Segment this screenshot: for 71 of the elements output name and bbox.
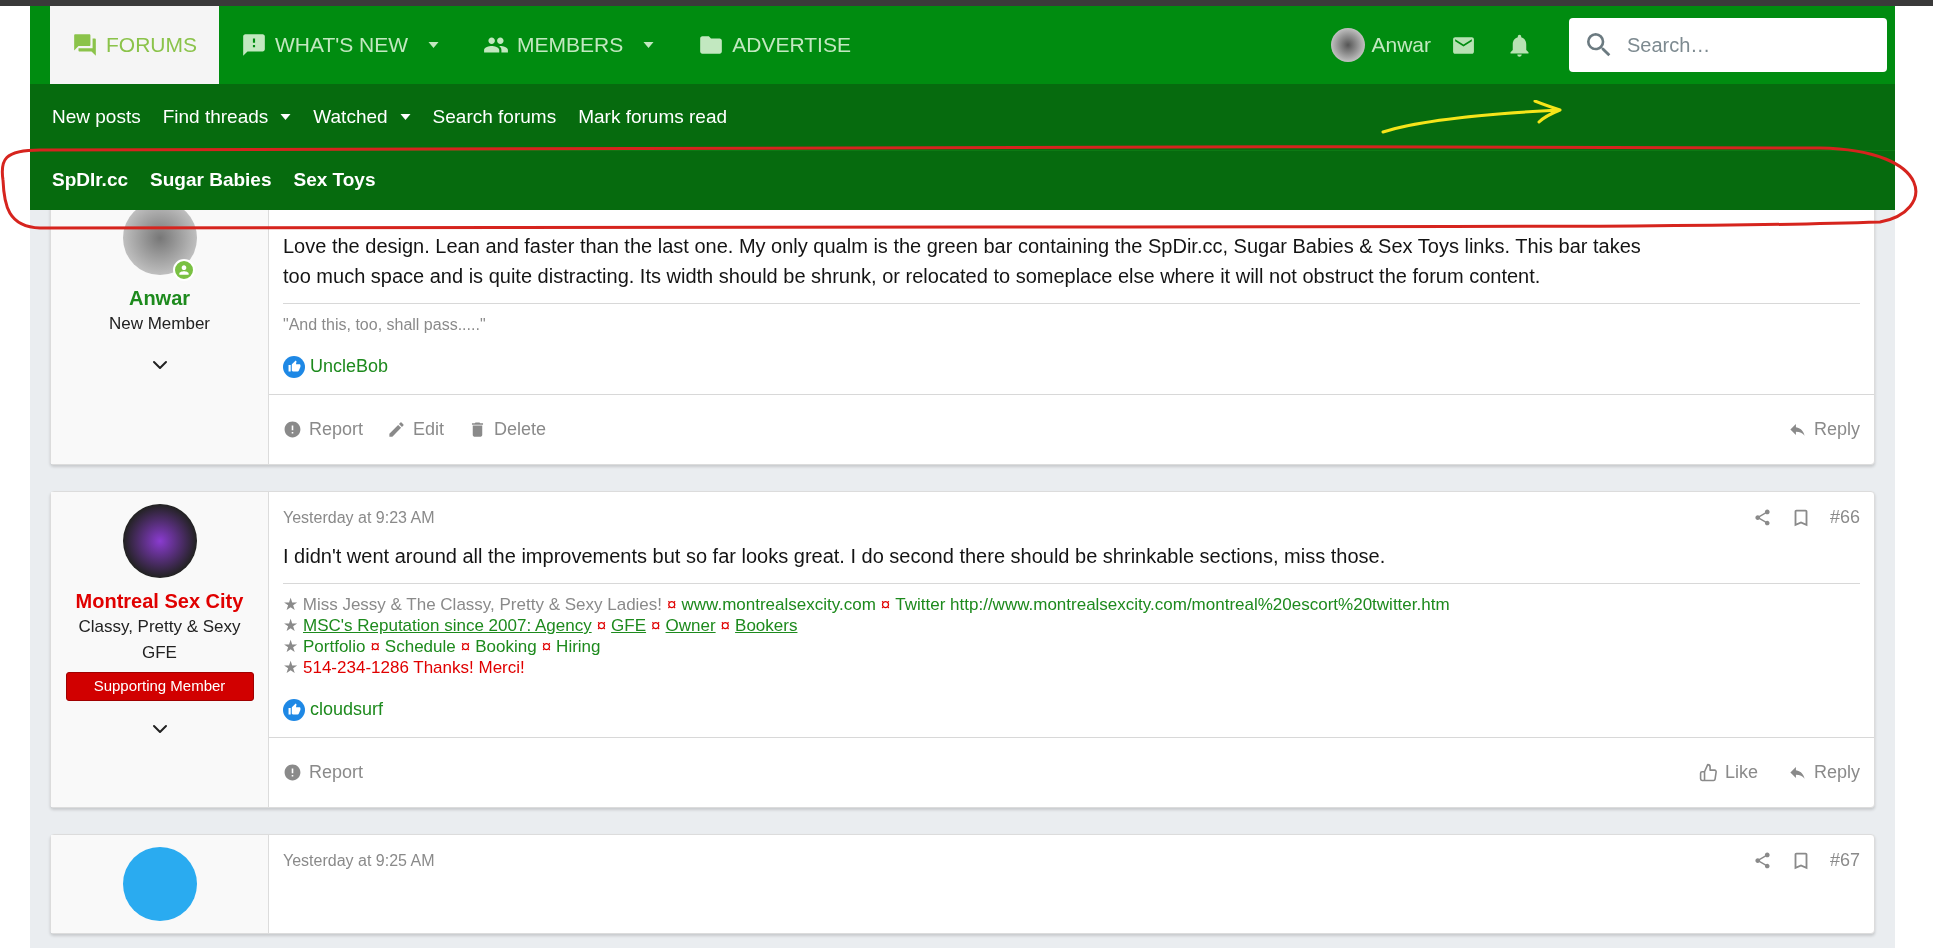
exclamation-icon bbox=[283, 763, 302, 782]
share-icon[interactable] bbox=[1752, 851, 1772, 870]
sub-nav-link[interactable]: New posts bbox=[52, 102, 141, 132]
user-title: New Member bbox=[108, 313, 211, 335]
user-title: Classy, Pretty & Sexy GFE bbox=[77, 616, 242, 664]
username[interactable]: Anwar bbox=[128, 285, 191, 311]
separator-mark: ¤ bbox=[596, 615, 607, 636]
exclamation-bubble-icon bbox=[241, 32, 267, 58]
nav-tab[interactable]: ADVERTISE bbox=[676, 6, 873, 84]
signature-text: ★ Miss Jessy & The Classy, Pretty & Sexy Ladies! bbox=[283, 594, 663, 615]
separator-mark: ¤ bbox=[370, 636, 380, 657]
like-icon bbox=[283, 698, 305, 721]
promo-link[interactable]: SpDIr.cc bbox=[52, 166, 129, 195]
signature-link[interactable]: Portfolio bbox=[303, 636, 366, 657]
share-icon[interactable] bbox=[1752, 508, 1772, 527]
sub-nav-link[interactable]: Find threads bbox=[162, 102, 292, 132]
separator-mark: ¤ bbox=[880, 594, 891, 615]
separator-mark: ¤ bbox=[541, 636, 552, 657]
signature-link[interactable]: Bookers bbox=[735, 615, 798, 636]
post-text: Love the design. Lean and faster than the last one. My only qualm is the green bar containing the SpDir.cc, Sugar Babies & Sex Toys links. This bar takes too much space and is quite distracting. Its width should be shrunk, or relocated to someplace else where it will not obstruct the forum content. bbox=[283, 234, 1642, 289]
signature-link[interactable]: MSC's Reputation since 2007: Agency bbox=[303, 615, 592, 636]
sub-nav-link[interactable]: Watched bbox=[313, 102, 411, 132]
signature-text: ★ bbox=[283, 615, 298, 636]
signature-link[interactable]: Schedule bbox=[384, 636, 456, 657]
liker-name[interactable]: cloudsurf bbox=[310, 696, 384, 723]
like-icon bbox=[283, 355, 305, 378]
post-action[interactable]: Like bbox=[1698, 759, 1758, 786]
separator-mark: ¤ bbox=[651, 615, 661, 636]
post-action[interactable]: Delete bbox=[468, 416, 547, 443]
post-action[interactable]: Reply bbox=[1787, 759, 1860, 786]
promo-link[interactable]: Sex Toys bbox=[293, 166, 376, 195]
caret-icon bbox=[428, 42, 440, 48]
post-action[interactable]: Edit bbox=[387, 416, 445, 443]
signature-link[interactable]: Booking bbox=[475, 636, 537, 657]
separator-mark: ¤ bbox=[667, 594, 677, 615]
exclamation-icon bbox=[283, 420, 302, 439]
search-field[interactable]: Search… bbox=[1569, 18, 1887, 72]
post-number[interactable]: #67 bbox=[1829, 847, 1860, 874]
post-action[interactable]: Report bbox=[283, 759, 364, 786]
post-date[interactable]: Yesterday at 9:25 AM bbox=[283, 848, 435, 873]
user-avatar bbox=[1331, 28, 1366, 62]
post-number[interactable]: #66 bbox=[1829, 504, 1860, 531]
chat-bubble-icon bbox=[72, 32, 98, 58]
user-menu[interactable]: Anwar bbox=[1331, 28, 1431, 62]
sub-nav-link[interactable]: Mark forums read bbox=[578, 102, 728, 132]
signature-link[interactable]: Twitter http://www.montrealsexcity.com/montreal%20escort%20twitter.htm bbox=[895, 594, 1450, 615]
signature-link[interactable]: GFE bbox=[611, 615, 647, 636]
user-banner: Supporting Member bbox=[65, 672, 254, 701]
promo-link[interactable]: Sugar Babies bbox=[150, 166, 272, 195]
nav-tab[interactable]: MEMBERS bbox=[461, 6, 677, 84]
thumbs-up-icon bbox=[1698, 763, 1718, 782]
caret-icon bbox=[280, 114, 292, 120]
username[interactable]: Montreal Sex City bbox=[75, 588, 244, 614]
post-action[interactable]: Report bbox=[283, 416, 364, 443]
separator-mark: ¤ bbox=[460, 636, 471, 657]
signature-text: ★ bbox=[283, 657, 298, 678]
signature-link[interactable]: Owner bbox=[665, 615, 716, 636]
signature-text: ★ bbox=[283, 636, 298, 657]
post-text: I didn't went around all the improvements but so far looks great. I do second there should be shrinkable sections, miss those. bbox=[283, 544, 1387, 569]
separator-mark: ¤ bbox=[720, 615, 731, 636]
nav-tab[interactable]: WHAT'S NEW bbox=[219, 6, 462, 84]
caret-icon bbox=[643, 42, 655, 48]
liker-name[interactable]: UncleBob bbox=[310, 353, 389, 380]
post-action[interactable]: Reply bbox=[1787, 416, 1860, 443]
signature-link[interactable]: www.montrealsexcity.com bbox=[681, 594, 876, 615]
signature-text: "And this, too, shall pass....." bbox=[283, 315, 486, 335]
sub-nav-link[interactable]: Search forums bbox=[432, 102, 557, 132]
phone-text: 514-234-1286 Thanks! Merci! bbox=[303, 657, 525, 678]
caret-icon bbox=[399, 114, 411, 120]
signature-link[interactable]: Hiring bbox=[556, 636, 601, 657]
post-date[interactable]: Yesterday at 9:23 AM bbox=[283, 505, 435, 530]
